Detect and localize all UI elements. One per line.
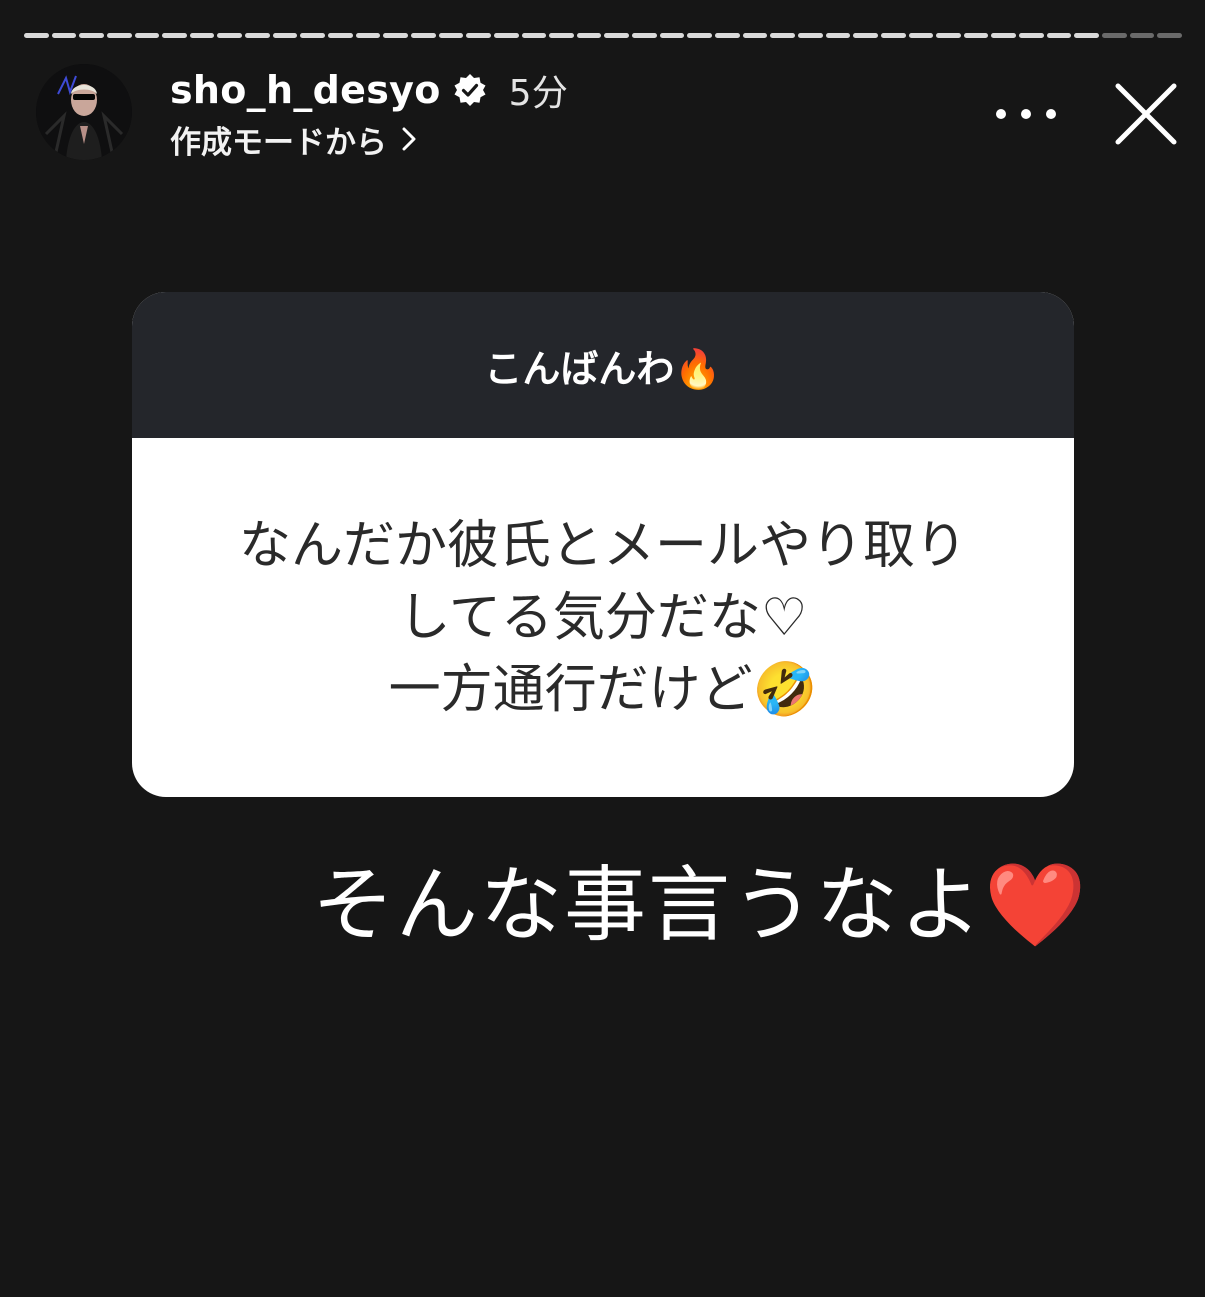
verified-badge-icon (454, 74, 486, 106)
progress-segment (466, 33, 491, 38)
progress-segment (189, 33, 215, 38)
progress-segment (383, 33, 408, 38)
progress-segment (493, 33, 519, 38)
progress-segment (715, 33, 740, 38)
progress-segment (797, 33, 823, 38)
progress-segment (134, 33, 160, 38)
progress-segment (880, 33, 906, 38)
progress-segment (576, 33, 602, 38)
story-author[interactable]: sho_h_desyo 5分 (170, 66, 568, 114)
progress-segment (991, 33, 1017, 38)
username[interactable]: sho_h_desyo (170, 68, 441, 112)
progress-segment (1074, 33, 1099, 38)
progress-segment (51, 33, 77, 38)
chevron-right-icon (402, 127, 416, 151)
progress-segment (24, 33, 49, 38)
response-line: してる気分だな♡ (398, 587, 808, 648)
avatar-image (36, 64, 132, 160)
question-prompt: こんばんわ🔥 (132, 292, 1074, 438)
progress-segment (328, 33, 353, 38)
more-dot (996, 109, 1006, 119)
progress-segment (1157, 33, 1182, 38)
progress-segment (1129, 33, 1155, 38)
more-dot (1021, 109, 1031, 119)
progress-segment (217, 33, 243, 38)
story-progress-bar (24, 33, 1182, 38)
progress-segment (549, 33, 574, 38)
progress-segment (853, 33, 878, 38)
story-caption: そんな事言うなよ❤️ (312, 842, 1132, 953)
more-dot (1046, 109, 1056, 119)
progress-segment (410, 33, 436, 38)
progress-segment (742, 33, 768, 38)
close-icon[interactable] (1114, 82, 1178, 146)
response-line: なんだか彼氏とメールやり取り (238, 515, 967, 576)
progress-segment (936, 33, 961, 38)
avatar[interactable] (36, 64, 132, 160)
progress-segment (963, 33, 989, 38)
question-prompt-text: こんばんわ🔥 (484, 346, 722, 391)
progress-segment (659, 33, 685, 38)
timestamp: 5分 (508, 73, 569, 114)
progress-segment (604, 33, 630, 38)
progress-segment (438, 33, 464, 38)
progress-segment (355, 33, 381, 38)
progress-segment (521, 33, 547, 38)
progress-segment (162, 33, 187, 38)
progress-segment (825, 33, 851, 38)
progress-segment (1019, 33, 1044, 38)
progress-segment (1101, 33, 1127, 38)
question-response: なんだか彼氏とメールやり取り してる気分だな♡ 一方通行だけど🤣 (132, 438, 1074, 797)
created-from-link[interactable]: 作成モードから (170, 118, 417, 161)
progress-segment (300, 33, 326, 38)
progress-segment (908, 33, 934, 38)
response-line: 一方通行だけど🤣 (388, 659, 818, 720)
subtitle-label: 作成モードから (170, 124, 387, 161)
more-options-button[interactable] (996, 96, 1056, 132)
progress-segment (687, 33, 713, 38)
progress-segment (1046, 33, 1072, 38)
progress-segment (79, 33, 104, 38)
progress-segment (632, 33, 657, 38)
progress-segment (106, 33, 132, 38)
progress-segment (245, 33, 270, 38)
progress-segment (770, 33, 795, 38)
question-sticker: こんばんわ🔥 なんだか彼氏とメールやり取り してる気分だな♡ 一方通行だけど🤣 (132, 292, 1074, 797)
progress-segment (272, 33, 298, 38)
caption-text: そんな事言うなよ❤️ (312, 857, 1089, 953)
